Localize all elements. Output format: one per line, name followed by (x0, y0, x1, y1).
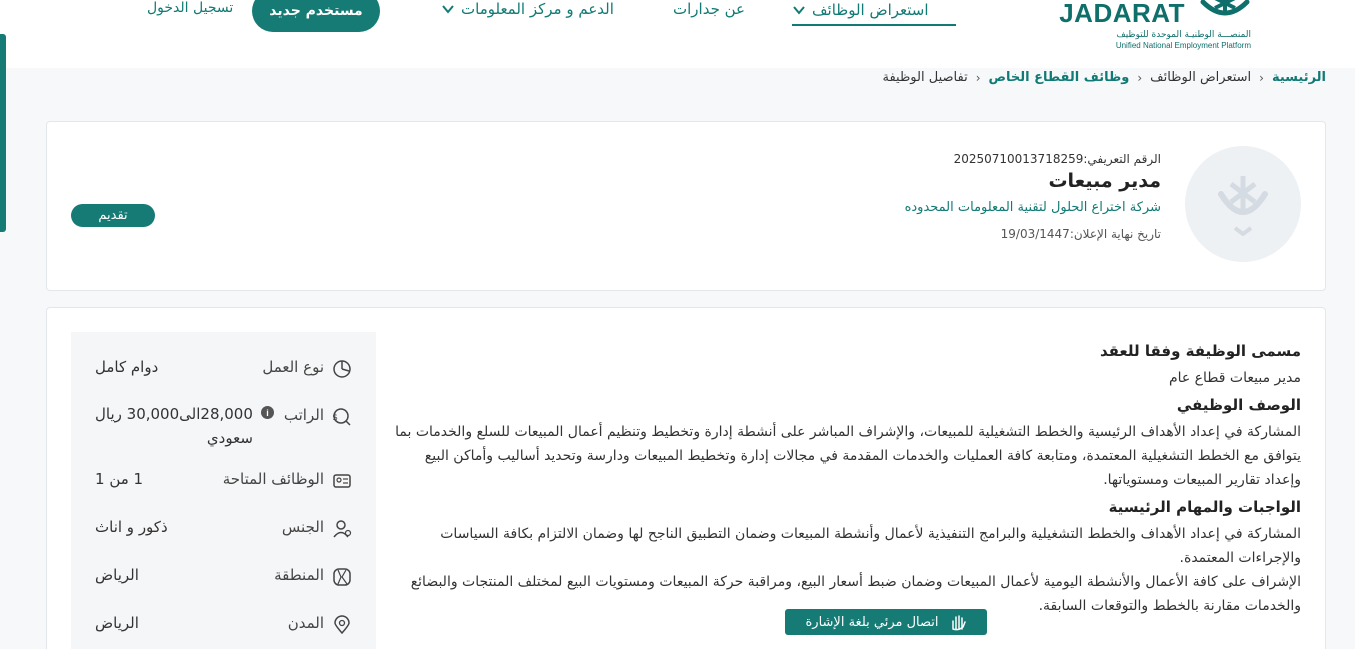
chevron-down-icon (442, 5, 454, 14)
breadcrumb-separator-icon: ‹ (1137, 70, 1143, 85)
salary-value-line2: سعودي (206, 429, 253, 447)
vacancies-label: الوظائف المتاحة (222, 470, 324, 488)
clock-icon (333, 360, 351, 378)
logo-english-tagline: Unified National Employment Platform (1115, 41, 1251, 50)
duties-heading: الواجبات والمهام الرئيسية (1108, 498, 1301, 516)
region-value: الرياض (95, 566, 139, 584)
logo-mark-icon (1200, 0, 1250, 16)
work-type-label: نوع العمل (262, 358, 324, 376)
info-icon[interactable]: i (261, 406, 274, 419)
id-card-icon (333, 474, 351, 488)
job-desc-text: المشاركة في إعداد الأهداف الرئيسية والخط… (395, 424, 1301, 488)
contract-title-text: مدير مبيعات قطاع عام (1168, 370, 1301, 386)
job-details-card: نوع العمل دوام كامل $ الراتب i 28,000الى… (46, 307, 1326, 649)
deadline: تاريخ نهاية الإعلان:19/03/1447 (1000, 227, 1161, 241)
salary-icon: $ (332, 408, 351, 426)
job-desc-heading: الوصف الوظيفي (1176, 396, 1301, 414)
breadcrumb-current: تفاصيل الوظيفة (882, 70, 968, 85)
sign-language-label: اتصال مرئي بلغة الإشارة (805, 614, 939, 630)
gender-value: ذكور و اناث (95, 518, 168, 536)
top-header: JADARAT المنصـــة الوطنيـة الموحدة للتوظ… (0, 0, 1355, 68)
location-pin-icon (334, 615, 350, 635)
job-header-card: الرقم التعريفي:20250710013718259 مدير مب… (46, 121, 1326, 291)
logo-arabic-tagline: المنصـــة الوطنيـة الموحدة للتوظيف (1116, 30, 1251, 40)
sign-language-call-button[interactable]: اتصال مرئي بلغة الإشارة (785, 609, 987, 635)
work-type-value: دوام كامل (95, 358, 159, 376)
breadcrumb-browse-jobs[interactable]: استعراض الوظائف (1150, 70, 1251, 85)
nav-about[interactable]: عن جدارات (673, 0, 745, 18)
jadarat-logo[interactable]: JADARAT المنصـــة الوطنيـة الموحدة للتوظ… (1059, 0, 1251, 52)
nav-browse-jobs[interactable]: استعراض الوظائف (792, 0, 956, 26)
apply-button[interactable]: تقديم (71, 204, 155, 227)
breadcrumb-separator-icon: ‹ (1259, 70, 1264, 85)
gender-label: الجنس (281, 518, 324, 536)
chevron-down-icon (793, 6, 805, 15)
cities-value: الرياض (95, 614, 139, 632)
duty-item: المشاركة في إعداد الأهداف والخطط التشغيل… (440, 526, 1301, 566)
salary-value: 28,000الى30,000 ريال سعودي (95, 402, 253, 450)
new-user-button[interactable]: مستخدم جديد (252, 0, 380, 32)
breadcrumb-private-sector[interactable]: وظائف القطاع الخاص (989, 70, 1130, 85)
job-id: الرقم التعريفي:20250710013718259 (953, 152, 1161, 166)
breadcrumb-separator-icon: ‹ (975, 70, 981, 85)
hand-sign-icon (951, 615, 966, 631)
job-details-panel: نوع العمل دوام كامل $ الراتب i 28,000الى… (71, 332, 376, 649)
vacancies-value: 1 من 1 (95, 470, 144, 488)
salary-value-line1: 28,000الى30,000 ريال (95, 405, 253, 423)
job-title: مدير مبيعات (1048, 170, 1161, 192)
login-link[interactable]: تسجيل الدخول (147, 0, 233, 16)
nav-about-label: عن جدارات (673, 0, 745, 18)
person-icon (333, 520, 352, 538)
svg-text:$: $ (332, 413, 338, 423)
breadcrumb-home[interactable]: الرئيسية (1272, 70, 1326, 85)
job-description: مسمى الوظيفة وفقا للعقد مدير مبيعات قطاع… (386, 342, 1301, 618)
nav-support-label: الدعم و مركز المعلومات (461, 0, 614, 18)
salary-label: الراتب (283, 406, 324, 424)
logo-wordmark: JADARAT (1059, 0, 1185, 28)
breadcrumb: الرئيسية ‹ استعراض الوظائف ‹ وظائف القطا… (882, 70, 1326, 85)
nav-support[interactable]: الدعم و مركز المعلومات (441, 0, 614, 18)
contract-title-heading: مسمى الوظيفة وفقا للعقد (1099, 342, 1301, 360)
nav-browse-jobs-label: استعراض الوظائف (812, 1, 929, 19)
company-avatar (1185, 146, 1301, 262)
company-name[interactable]: شركة اختراع الحلول لتقنية المعلومات المح… (905, 200, 1161, 215)
company-placeholder-icon (1218, 176, 1268, 236)
job-info: الرقم التعريفي:20250710013718259 مدير مب… (905, 152, 1161, 241)
cities-label: المدن (287, 614, 324, 632)
map-icon (333, 568, 351, 586)
region-label: المنطقة (274, 566, 324, 584)
side-scroll-indicator[interactable] (0, 34, 6, 232)
